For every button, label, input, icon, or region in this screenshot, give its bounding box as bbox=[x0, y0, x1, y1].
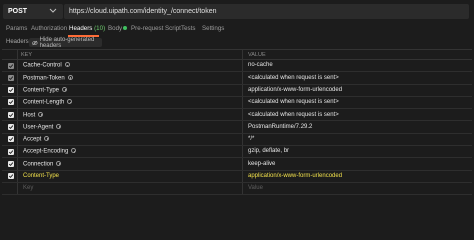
body-status-dot bbox=[123, 26, 128, 31]
url-input[interactable]: https://cloud.uipath.com/identity_/conne… bbox=[64, 4, 469, 19]
row-checkbox[interactable] bbox=[8, 111, 14, 118]
checkmark-icon bbox=[8, 149, 14, 154]
row-checkbox[interactable] bbox=[8, 136, 14, 143]
header-value: <calculated when request is sent> bbox=[248, 99, 339, 106]
headers-count-badge: (10) bbox=[94, 25, 106, 32]
header-value: */* bbox=[248, 136, 255, 143]
tab-settings[interactable]: Settings bbox=[202, 25, 224, 32]
table-row: Accept */* bbox=[2, 133, 472, 147]
checkmark-icon bbox=[8, 88, 14, 93]
tab-params[interactable]: Params bbox=[6, 25, 27, 32]
table-row: Content-Length <calculated when request i… bbox=[2, 96, 472, 110]
table-row: Accept-Encoding gzip, deflate, br bbox=[2, 146, 472, 159]
tab-authorization[interactable]: Authorization bbox=[31, 25, 67, 32]
checkmark-icon bbox=[8, 76, 14, 80]
checkmark-icon bbox=[8, 137, 14, 142]
info-icon[interactable] bbox=[71, 148, 77, 154]
header-key: Postman-Token bbox=[23, 74, 73, 81]
method-select[interactable]: POST bbox=[3, 4, 63, 19]
row-checkbox[interactable] bbox=[8, 160, 14, 167]
eye-off-icon bbox=[32, 40, 38, 45]
row-checkbox[interactable] bbox=[8, 62, 14, 69]
info-icon[interactable] bbox=[67, 99, 73, 105]
checkmark-icon bbox=[8, 112, 14, 117]
header-value: <calculated when request is sent> bbox=[248, 111, 339, 118]
header-value: no-cache bbox=[248, 62, 273, 69]
header-key: Content-Type bbox=[23, 86, 68, 93]
checkmark-icon bbox=[8, 174, 14, 179]
header-value: keep-alive bbox=[248, 160, 276, 167]
new-value-input[interactable]: Value bbox=[248, 185, 263, 191]
tab-tests[interactable]: Tests bbox=[181, 25, 195, 32]
header-key: Accept bbox=[23, 136, 50, 143]
row-checkbox[interactable] bbox=[8, 99, 14, 106]
table-row: Content-Type application/x-www-form-urlen… bbox=[2, 170, 472, 183]
info-icon[interactable] bbox=[56, 160, 62, 166]
info-icon[interactable] bbox=[67, 74, 73, 80]
info-icon[interactable] bbox=[62, 86, 68, 92]
table-row: User-Agent PostmanRuntime/7.29.2 bbox=[2, 121, 472, 134]
checkmark-icon bbox=[8, 162, 14, 166]
table-row: Cache-Control no-cache bbox=[2, 60, 472, 73]
header-value: application/x-www-form-urlencoded bbox=[248, 173, 343, 180]
checkmark-icon bbox=[8, 125, 14, 130]
tab-body[interactable]: Body bbox=[108, 25, 128, 32]
tab-pre-request-script[interactable]: Pre-request Script bbox=[131, 25, 181, 32]
headers-table: KEY VALUE Cache-Control no-cache Postman-T… bbox=[2, 49, 472, 196]
header-key: Accept-Encoding bbox=[23, 148, 77, 155]
header-key: Connection bbox=[23, 160, 62, 167]
table-row: Host <calculated when request is sent> bbox=[2, 109, 472, 122]
row-checkbox[interactable] bbox=[8, 74, 14, 81]
key-column-header: KEY bbox=[21, 52, 33, 58]
chevron-down-icon bbox=[49, 8, 57, 13]
url-text: https://cloud.uipath.com/identity_/conne… bbox=[69, 8, 217, 15]
headers-subheader: Headers Hide auto-generated headers bbox=[0, 36, 474, 49]
header-key: User-Agent bbox=[23, 123, 62, 130]
table-row: Postman-Token <calculated when request is… bbox=[2, 72, 472, 85]
table-header-row: KEY VALUE bbox=[2, 50, 472, 60]
row-checkbox[interactable] bbox=[8, 123, 14, 130]
table-row: Content-Type application/x-www-form-urlen… bbox=[2, 84, 472, 97]
value-column-header: VALUE bbox=[248, 52, 266, 58]
checkmark-icon bbox=[8, 63, 14, 68]
header-key: Content-Type bbox=[23, 173, 60, 180]
hide-auto-generated-button[interactable]: Hide auto-generated headers bbox=[29, 36, 102, 49]
row-checkbox[interactable] bbox=[8, 87, 14, 94]
checkmark-icon bbox=[8, 100, 14, 105]
header-value: PostmanRuntime/7.29.2 bbox=[248, 123, 313, 130]
info-icon[interactable] bbox=[64, 62, 70, 68]
section-label: Headers bbox=[6, 39, 29, 45]
request-tabs: Params Authorization Headers (10) Body P… bbox=[0, 22, 474, 36]
new-key-input[interactable]: Key bbox=[23, 185, 33, 191]
header-key: Cache-Control bbox=[23, 62, 70, 69]
info-icon[interactable] bbox=[56, 123, 62, 129]
row-checkbox[interactable] bbox=[8, 148, 14, 155]
header-value: application/x-www-form-urlencoded bbox=[248, 86, 343, 93]
method-label: POST bbox=[8, 8, 28, 15]
header-value: <calculated when request is sent> bbox=[248, 74, 339, 81]
tab-headers[interactable]: Headers (10) bbox=[69, 25, 105, 32]
hide-button-label: Hide auto-generated headers bbox=[39, 36, 95, 49]
row-checkbox[interactable] bbox=[8, 173, 14, 180]
info-icon[interactable] bbox=[44, 136, 50, 142]
header-key: Content-Length bbox=[23, 99, 73, 106]
table-row: Connection keep-alive bbox=[2, 158, 472, 171]
header-value: gzip, deflate, br bbox=[248, 148, 290, 155]
header-key: Host bbox=[23, 111, 44, 118]
info-icon[interactable] bbox=[38, 111, 44, 117]
new-header-row: Key Value bbox=[2, 182, 472, 196]
request-bar: POST https://cloud.uipath.com/identity_/… bbox=[0, 0, 474, 22]
